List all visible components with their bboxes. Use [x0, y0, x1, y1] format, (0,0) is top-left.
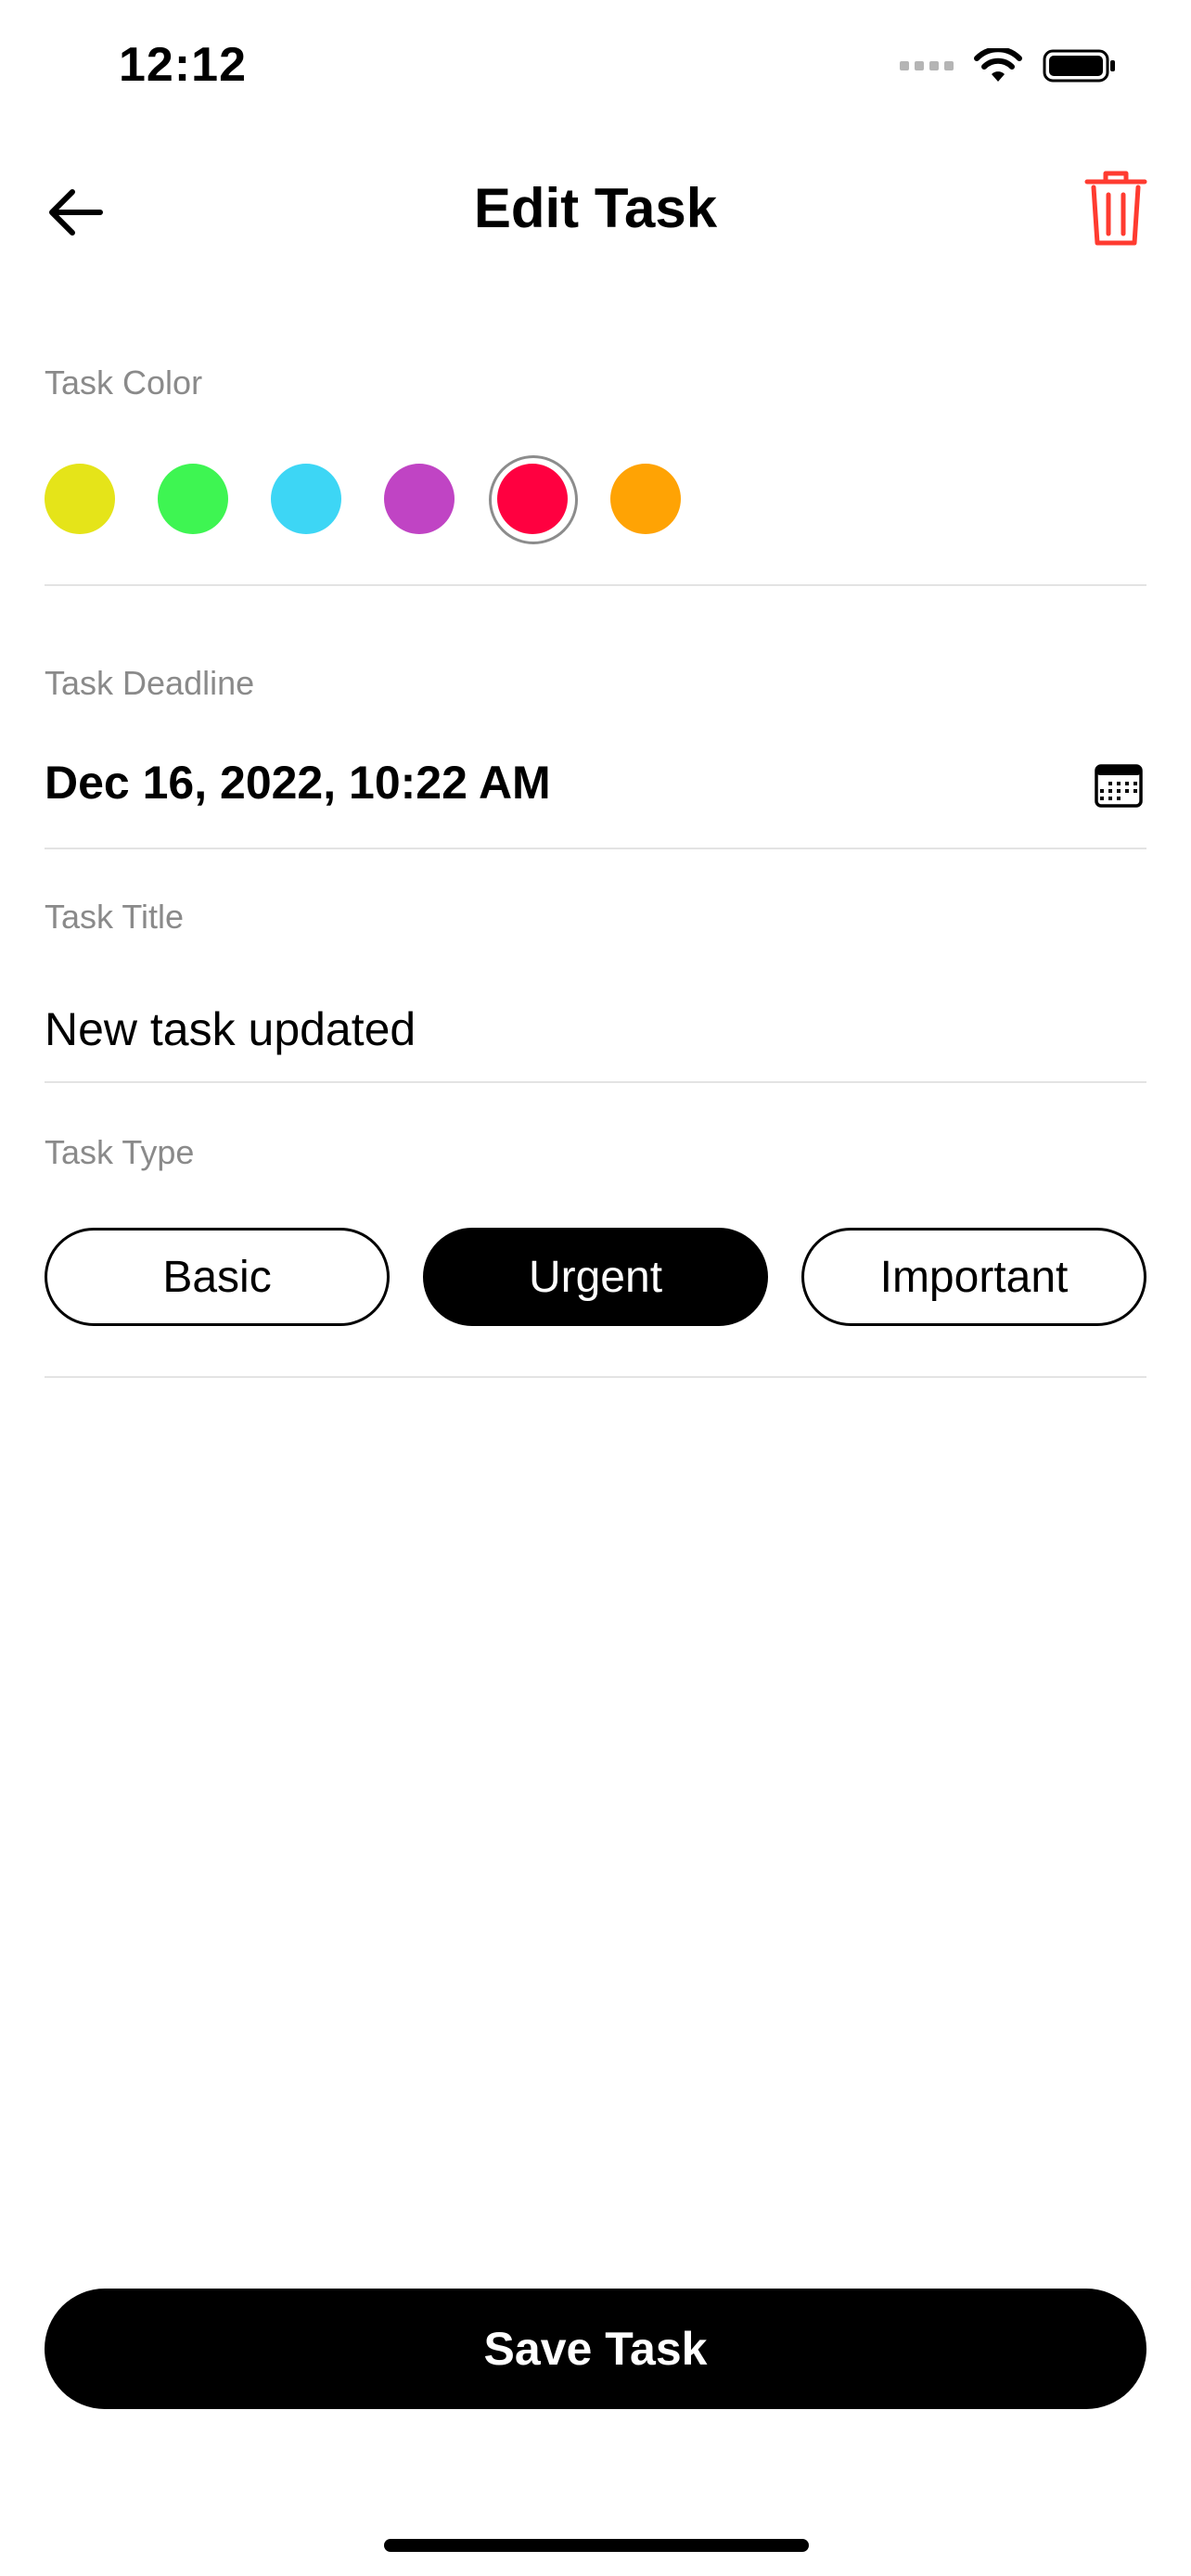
battery-icon	[1043, 49, 1115, 83]
navigation-bar: Edit Task	[0, 158, 1191, 260]
color-swatch-green[interactable]	[158, 464, 228, 534]
save-task-button[interactable]: Save Task	[45, 2289, 1146, 2409]
task-type-basic-button[interactable]: Basic	[45, 1228, 390, 1326]
calendar-icon	[1095, 764, 1143, 808]
task-type-selector: Basic Urgent Important	[45, 1228, 1146, 1326]
task-title-label: Task Title	[45, 898, 185, 936]
task-title-input[interactable]	[45, 997, 1146, 1062]
status-bar: 12:12	[0, 0, 1191, 139]
color-swatch-cyan[interactable]	[271, 464, 341, 534]
divider	[45, 584, 1146, 586]
status-icons	[900, 48, 1117, 83]
status-time: 12:12	[119, 38, 247, 92]
color-swatch-red[interactable]	[489, 455, 578, 544]
color-swatch-yellow[interactable]	[45, 464, 115, 534]
deadline-value[interactable]: Dec 16, 2022, 10:22 AM	[45, 756, 551, 810]
divider	[45, 1376, 1146, 1378]
color-picker	[45, 455, 681, 544]
task-type-label: Task Type	[45, 1133, 195, 1171]
trash-icon	[1084, 171, 1147, 246]
cellular-signal-icon	[900, 61, 954, 70]
wifi-icon	[974, 48, 1022, 82]
divider	[45, 848, 1146, 849]
divider	[45, 1081, 1146, 1083]
color-swatch-purple[interactable]	[384, 464, 455, 534]
task-color-label: Task Color	[45, 363, 203, 402]
calendar-button[interactable]	[1095, 762, 1143, 809]
task-type-important-button[interactable]: Important	[801, 1228, 1146, 1326]
page-title: Edit Task	[473, 177, 718, 239]
color-swatch-orange[interactable]	[610, 464, 681, 534]
task-deadline-label: Task Deadline	[45, 664, 255, 702]
delete-task-button[interactable]	[1083, 169, 1148, 249]
task-type-urgent-button[interactable]: Urgent	[423, 1228, 768, 1326]
home-indicator	[384, 2539, 809, 2552]
